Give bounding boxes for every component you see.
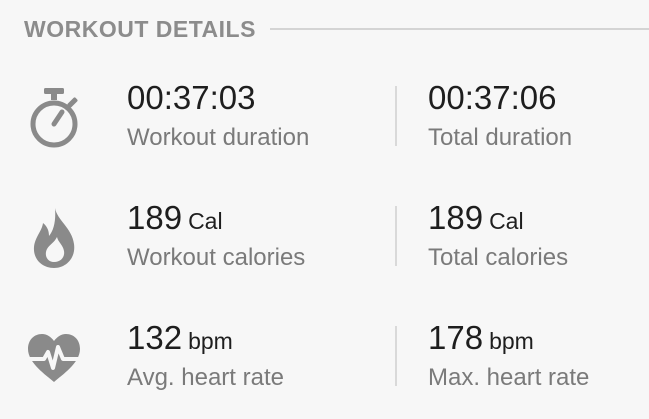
max-heart-rate-label: Max. heart rate [428,364,590,391]
vertical-divider [395,206,397,266]
workout-duration-label: Workout duration [127,124,310,151]
max-heart-rate-value: 178 [428,319,484,356]
stopwatch-icon [24,86,84,150]
workout-calories-value: 189 [127,199,183,236]
avg-heart-rate-value: 132 [127,319,183,356]
header-divider-line [270,28,649,30]
workout-calories-unit: Cal [188,208,223,234]
calories-row: 189 Cal Workout calories 189 Cal Total cal… [0,198,649,298]
total-duration-label: Total duration [428,124,573,151]
workout-details-screen: WORKOUT DETAILS 00:37:03 Workout duratio… [0,0,649,419]
total-calories-label: Total calories [428,244,569,271]
section-header: WORKOUT DETAILS [24,14,649,44]
avg-heart-rate-unit: bpm [188,328,233,354]
duration-row: 00:37:03 Workout duration 00:37:06 Total… [0,78,649,178]
heart-rate-row: 132 bpm Avg. heart rate 178 bpm Max. heart… [0,318,649,418]
vertical-divider [395,326,397,386]
max-heart-rate-unit: bpm [489,328,534,354]
total-calories-value: 189 [428,199,484,236]
total-duration-value: 00:37:06 [428,79,557,116]
vertical-divider [395,86,397,146]
stat-value: 189 Cal [428,198,524,245]
total-calories-unit: Cal [489,208,524,234]
stat-value: 178 bpm [428,318,534,365]
stat-value: 00:37:06 [428,78,556,125]
flame-icon [24,206,84,270]
stat-value: 00:37:03 [127,78,255,125]
workout-calories-label: Workout calories [127,244,306,271]
stat-value: 132 bpm [127,318,233,365]
avg-heart-rate-label: Avg. heart rate [127,364,284,391]
section-title: WORKOUT DETAILS [24,16,256,42]
workout-duration-value: 00:37:03 [127,79,256,116]
stat-value: 189 Cal [127,198,223,245]
heart-rate-icon [24,326,84,390]
